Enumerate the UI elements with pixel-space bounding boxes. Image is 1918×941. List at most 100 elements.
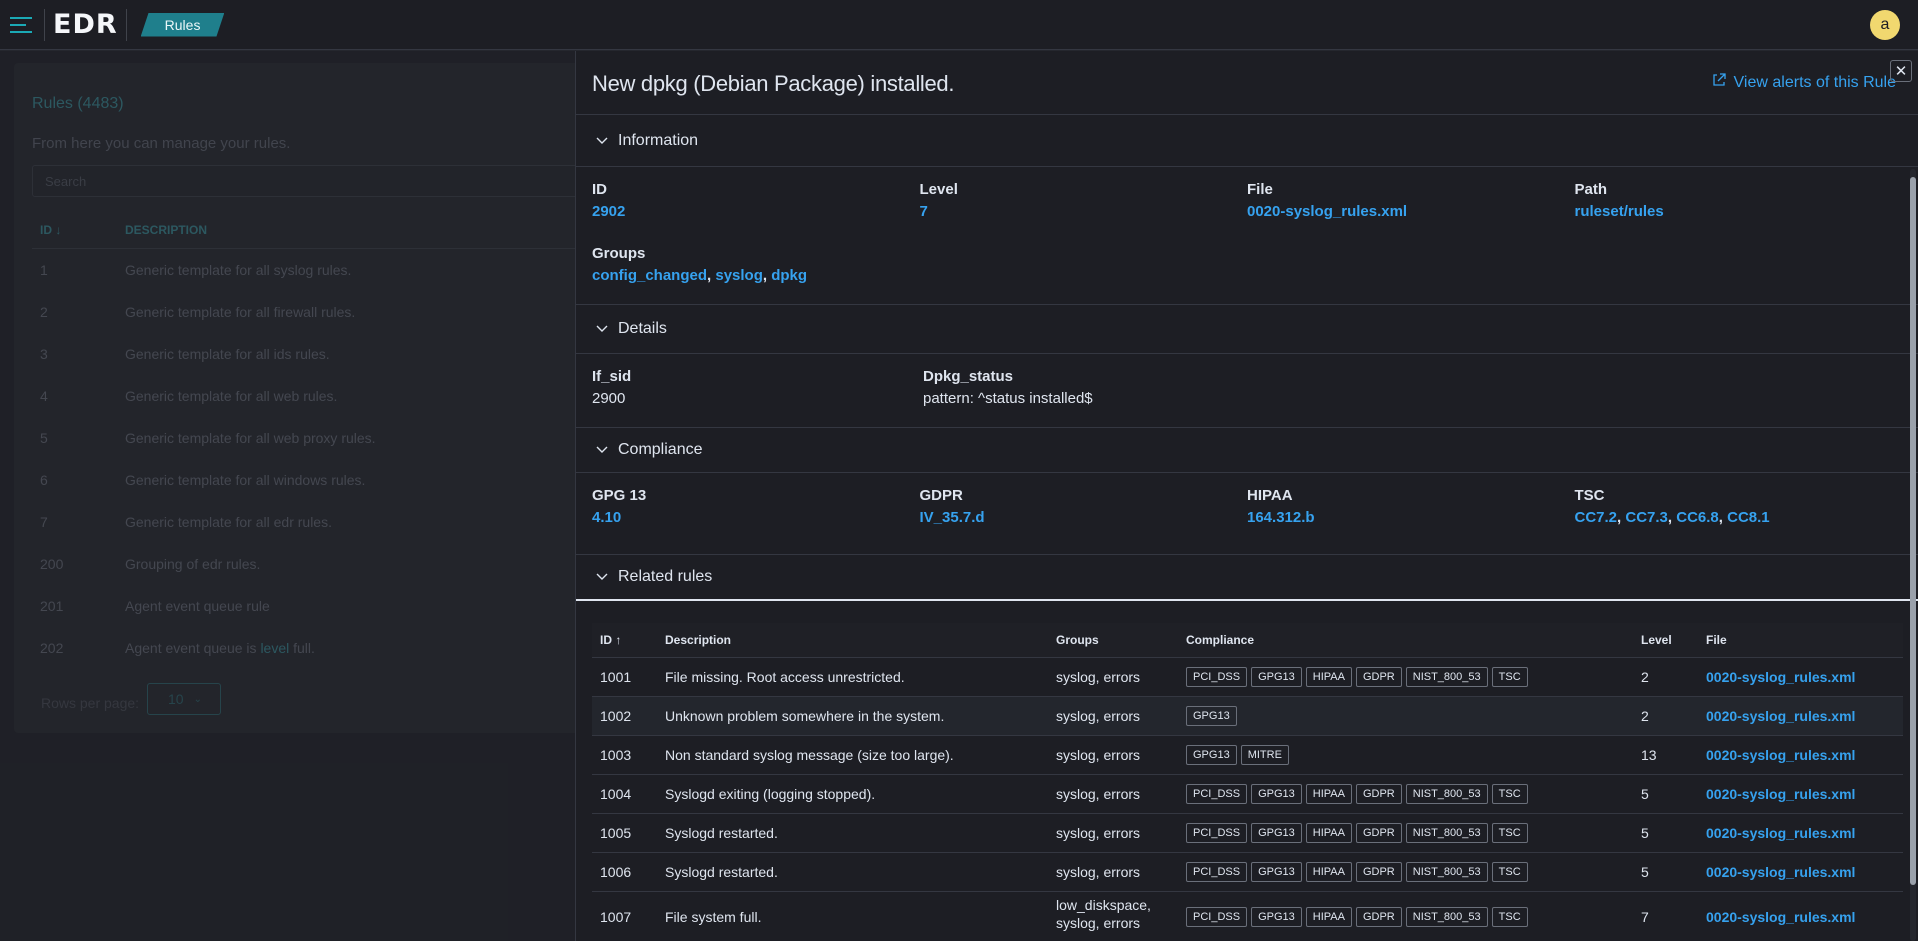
user-avatar[interactable]: a bbox=[1870, 10, 1900, 40]
compliance-badge[interactable]: PCI_DSS bbox=[1186, 907, 1248, 927]
column-header-compliance[interactable]: Compliance bbox=[1178, 623, 1633, 658]
compliance-badge[interactable]: HIPAA bbox=[1305, 822, 1352, 843]
rule-file-link[interactable]: 0020-syslog_rules.xml bbox=[1698, 657, 1903, 697]
if-sid-value: 2900 bbox=[592, 390, 626, 407]
compliance-badge[interactable]: GPG13 bbox=[1186, 705, 1237, 726]
file-link[interactable]: 0020-syslog_rules.xml bbox=[1706, 708, 1855, 724]
rule-description: Non standard syslog message (size too la… bbox=[657, 735, 1048, 775]
scrollbar-thumb[interactable] bbox=[1910, 177, 1916, 885]
file-link[interactable]: 0020-syslog_rules.xml bbox=[1706, 864, 1855, 880]
compliance-badge[interactable]: GDPR bbox=[1355, 907, 1402, 927]
file-link[interactable]: 0020-syslog_rules.xml bbox=[1706, 747, 1855, 763]
rule-description: File system full. bbox=[657, 891, 1048, 941]
compliance-badge[interactable]: GPG13 bbox=[1186, 744, 1237, 765]
rule-description: Syslogd exiting (logging stopped). bbox=[657, 774, 1048, 814]
group-separator: , bbox=[762, 267, 772, 284]
related-rules-section-toggle[interactable]: Related rules bbox=[576, 555, 1918, 599]
compliance-badge[interactable]: HIPAA bbox=[1305, 907, 1352, 927]
compliance-section-toggle[interactable]: Compliance bbox=[576, 428, 1918, 473]
rule-level: 2 bbox=[1633, 657, 1698, 697]
rule-level: 5 bbox=[1633, 774, 1698, 814]
table-row[interactable]: 1004 Syslogd exiting (logging stopped). sy… bbox=[592, 774, 1903, 814]
rule-file-link[interactable]: 0020-syslog_rules.xml bbox=[1698, 813, 1903, 853]
compliance-badge[interactable]: HIPAA bbox=[1305, 861, 1352, 882]
file-link[interactable]: 0020-syslog_rules.xml bbox=[1706, 786, 1855, 802]
compliance-badge[interactable]: TSC bbox=[1491, 783, 1528, 804]
compliance-badge[interactable]: PCI_DSS bbox=[1186, 861, 1248, 882]
table-row[interactable]: 1001 File missing. Root access unrestrict… bbox=[592, 657, 1903, 697]
compliance-badge[interactable]: MITRE bbox=[1240, 744, 1289, 765]
tsc-link[interactable]: CC6.8 bbox=[1676, 509, 1719, 526]
table-row[interactable]: 1005 Syslogd restarted. syslog, errors PCI_… bbox=[592, 813, 1903, 853]
tsc-separator: , bbox=[1667, 509, 1677, 526]
compliance-badge[interactable]: HIPAA bbox=[1305, 783, 1352, 804]
rule-compliance: PCI_DSS GPG13 HIPAA GDPR NIST_800_53 TSC bbox=[1178, 852, 1633, 892]
rule-level: 13 bbox=[1633, 735, 1698, 775]
rule-file-link[interactable]: 0020-syslog_rules.xml bbox=[1698, 891, 1903, 941]
view-alerts-link[interactable]: View alerts of this Rule bbox=[1712, 73, 1896, 92]
compliance-badge[interactable]: GDPR bbox=[1355, 666, 1402, 687]
gdpr-link[interactable]: IV_35.7.d bbox=[920, 509, 1248, 531]
compliance-badge[interactable]: NIST_800_53 bbox=[1405, 783, 1488, 804]
hipaa-link[interactable]: 164.312.b bbox=[1247, 509, 1575, 531]
column-header-groups[interactable]: Groups bbox=[1048, 623, 1178, 658]
group-link[interactable]: syslog bbox=[715, 267, 763, 284]
tsc-link[interactable]: CC8.1 bbox=[1727, 509, 1770, 526]
compliance-badge[interactable]: GPG13 bbox=[1251, 783, 1302, 804]
compliance-badge[interactable]: HIPAA bbox=[1305, 666, 1352, 687]
details-section-toggle[interactable]: Details bbox=[576, 305, 1918, 354]
compliance-badge[interactable]: TSC bbox=[1491, 666, 1528, 687]
file-link[interactable]: 0020-syslog_rules.xml bbox=[1706, 825, 1855, 841]
compliance-badge[interactable]: NIST_800_53 bbox=[1405, 907, 1488, 927]
path-link[interactable]: ruleset/rules bbox=[1575, 203, 1903, 225]
tsc-link[interactable]: CC7.3 bbox=[1625, 509, 1668, 526]
brand-logo[interactable]: EDR bbox=[44, 8, 127, 41]
compliance-badge[interactable]: NIST_800_53 bbox=[1405, 666, 1488, 687]
gpg13-link[interactable]: 4.10 bbox=[592, 509, 920, 531]
groups-label: Groups bbox=[592, 245, 646, 262]
compliance-badge[interactable]: PCI_DSS bbox=[1186, 822, 1248, 843]
compliance-badge[interactable]: NIST_800_53 bbox=[1405, 861, 1488, 882]
file-link[interactable]: 0020-syslog_rules.xml bbox=[1706, 909, 1855, 925]
compliance-badge[interactable]: GPG13 bbox=[1251, 861, 1302, 882]
table-row[interactable]: 1007 File system full. low_diskspace, sysl… bbox=[592, 891, 1903, 941]
compliance-badge[interactable]: TSC bbox=[1491, 861, 1528, 882]
compliance-badge[interactable]: GDPR bbox=[1355, 822, 1402, 843]
rule-file-link[interactable]: 0020-syslog_rules.xml bbox=[1698, 774, 1903, 814]
breadcrumb-rules[interactable]: Rules bbox=[141, 13, 225, 37]
compliance-badge[interactable]: GPG13 bbox=[1251, 666, 1302, 687]
table-row[interactable]: 1003 Non standard syslog message (size to… bbox=[592, 735, 1903, 775]
tsc-link[interactable]: CC7.2 bbox=[1575, 509, 1618, 526]
column-header-id[interactable]: ID ↑ bbox=[592, 623, 657, 658]
rule-id-link[interactable]: 2902 bbox=[592, 203, 920, 225]
table-row[interactable]: 1002 Unknown problem somewhere in the sys… bbox=[592, 696, 1903, 736]
external-link-icon bbox=[1712, 73, 1726, 92]
compliance-badge[interactable]: TSC bbox=[1491, 822, 1528, 843]
rule-file-link[interactable]: 0020-syslog_rules.xml bbox=[1698, 696, 1903, 736]
compliance-badge[interactable]: PCI_DSS bbox=[1186, 666, 1248, 687]
compliance-badge[interactable]: TSC bbox=[1491, 907, 1528, 927]
compliance-badge[interactable]: NIST_800_53 bbox=[1405, 822, 1488, 843]
rule-compliance: PCI_DSS GPG13 HIPAA GDPR NIST_800_53 TSC bbox=[1178, 657, 1633, 697]
information-section-toggle[interactable]: Information bbox=[576, 115, 1918, 167]
compliance-badge[interactable]: PCI_DSS bbox=[1186, 783, 1248, 804]
compliance-badge[interactable]: GDPR bbox=[1355, 861, 1402, 882]
column-header-level[interactable]: Level bbox=[1633, 623, 1698, 658]
file-link[interactable]: 0020-syslog_rules.xml bbox=[1247, 203, 1575, 225]
compliance-badge[interactable]: GPG13 bbox=[1251, 907, 1302, 927]
file-link[interactable]: 0020-syslog_rules.xml bbox=[1706, 669, 1855, 685]
compliance-badge[interactable]: GDPR bbox=[1355, 783, 1402, 804]
close-button[interactable]: ✕ bbox=[1890, 60, 1912, 82]
column-header-file[interactable]: File bbox=[1698, 623, 1903, 658]
level-link[interactable]: 7 bbox=[920, 203, 1248, 225]
table-row[interactable]: 1006 Syslogd restarted. syslog, errors PCI_… bbox=[592, 852, 1903, 892]
menu-icon[interactable] bbox=[0, 0, 44, 50]
column-header-description[interactable]: Description bbox=[657, 623, 1048, 658]
group-link[interactable]: dpkg bbox=[771, 267, 807, 284]
compliance-section: GPG 13 4.10 GDPR IV_35.7.d HIPAA 164.312.b … bbox=[576, 473, 1918, 555]
compliance-badge[interactable]: GPG13 bbox=[1251, 822, 1302, 843]
tsc-label: TSC bbox=[1574, 487, 1605, 504]
rule-file-link[interactable]: 0020-syslog_rules.xml bbox=[1698, 735, 1903, 775]
rule-file-link[interactable]: 0020-syslog_rules.xml bbox=[1698, 852, 1903, 892]
group-link[interactable]: config_changed bbox=[592, 267, 707, 284]
